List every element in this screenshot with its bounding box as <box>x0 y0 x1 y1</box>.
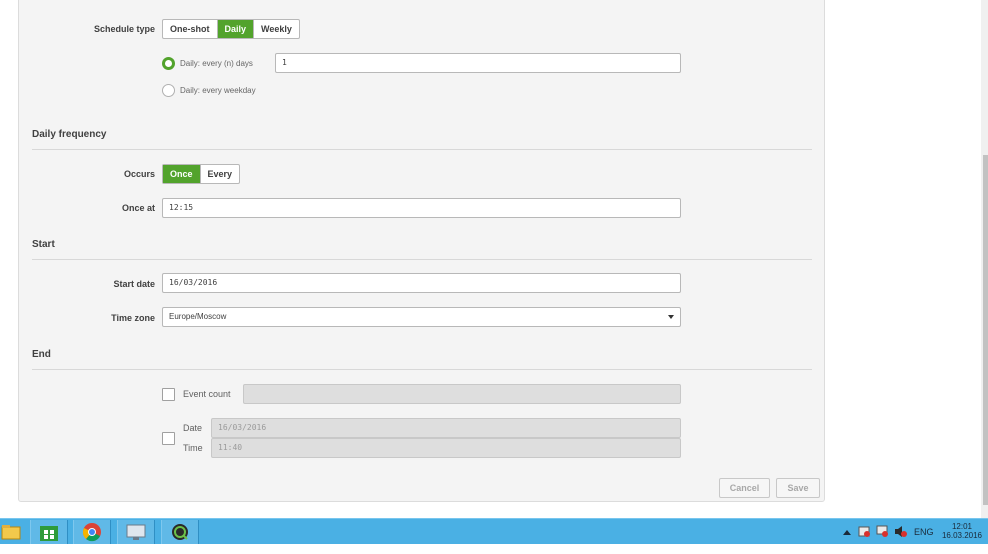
clock-time: 12:01 <box>951 522 973 531</box>
end-time-label: Time <box>183 443 203 453</box>
schedule-type-label: Schedule type <box>93 24 155 34</box>
volume-icon[interactable] <box>894 525 907 551</box>
time-zone-value: Europe/Moscow <box>169 312 227 321</box>
daily-every-n-days-radio[interactable] <box>162 57 175 70</box>
schedule-type-one-shot-button[interactable]: One-shot <box>163 20 218 38</box>
every-n-days-input[interactable]: 1 <box>275 53 681 73</box>
divider <box>32 369 812 370</box>
end-time-input[interactable]: 11:40 <box>211 438 681 458</box>
occurs-every-button[interactable]: Every <box>201 165 240 183</box>
file-explorer-icon[interactable] <box>0 520 30 544</box>
scrollbar-thumb[interactable] <box>983 155 988 505</box>
chevron-down-icon <box>668 315 674 319</box>
end-date-checkbox[interactable] <box>162 432 175 445</box>
end-date-input[interactable]: 16/03/2016 <box>211 418 681 438</box>
clock-date: 16.03.2016 <box>941 531 983 540</box>
qlik-icon[interactable] <box>161 520 199 544</box>
time-zone-select[interactable]: Europe/Moscow <box>162 307 681 327</box>
taskbar: ENG 12:01 16.03.2016 <box>0 518 988 544</box>
network-icon[interactable] <box>876 525 889 551</box>
divider <box>32 259 812 260</box>
schedule-type-weekly-button[interactable]: Weekly <box>254 20 299 38</box>
cancel-button[interactable]: Cancel <box>719 478 770 498</box>
occurs-label: Occurs <box>123 169 155 179</box>
end-heading: End <box>32 349 51 360</box>
schedule-type-selector: One-shot Daily Weekly <box>162 19 300 39</box>
daily-every-n-days-label: Daily: every (n) days <box>180 59 253 68</box>
daily-frequency-heading: Daily frequency <box>32 129 107 140</box>
remote-desktop-icon[interactable] <box>117 520 155 544</box>
occurs-selector: Once Every <box>162 164 241 184</box>
occurs-once-button[interactable]: Once <box>163 165 201 183</box>
time-zone-label: Time zone <box>111 313 155 323</box>
end-date-label: Date <box>183 423 203 433</box>
schedule-type-daily-button[interactable]: Daily <box>217 20 255 38</box>
action-center-icon[interactable] <box>858 525 871 551</box>
chrome-icon[interactable] <box>73 520 111 544</box>
store-icon[interactable] <box>30 520 68 544</box>
event-count-checkbox[interactable] <box>162 388 175 401</box>
clock[interactable]: 12:01 16.03.2016 <box>940 522 984 548</box>
start-date-input[interactable]: 16/03/2016 <box>162 273 681 293</box>
page: Schedule type One-shot Daily Weekly Dail… <box>0 0 988 518</box>
save-button[interactable]: Save <box>776 478 820 498</box>
once-at-input[interactable]: 12:15 <box>162 198 681 218</box>
once-at-label: Once at <box>121 203 155 213</box>
language-indicator[interactable]: ENG <box>914 527 934 553</box>
show-hidden-icons-icon[interactable] <box>843 528 851 554</box>
start-date-label: Start date <box>113 279 155 289</box>
event-count-label: Event count <box>183 389 231 399</box>
start-heading: Start <box>32 239 55 250</box>
event-count-input[interactable] <box>243 384 681 404</box>
daily-every-weekday-radio[interactable] <box>162 84 175 97</box>
daily-every-weekday-label: Daily: every weekday <box>180 86 256 95</box>
divider <box>32 149 812 150</box>
